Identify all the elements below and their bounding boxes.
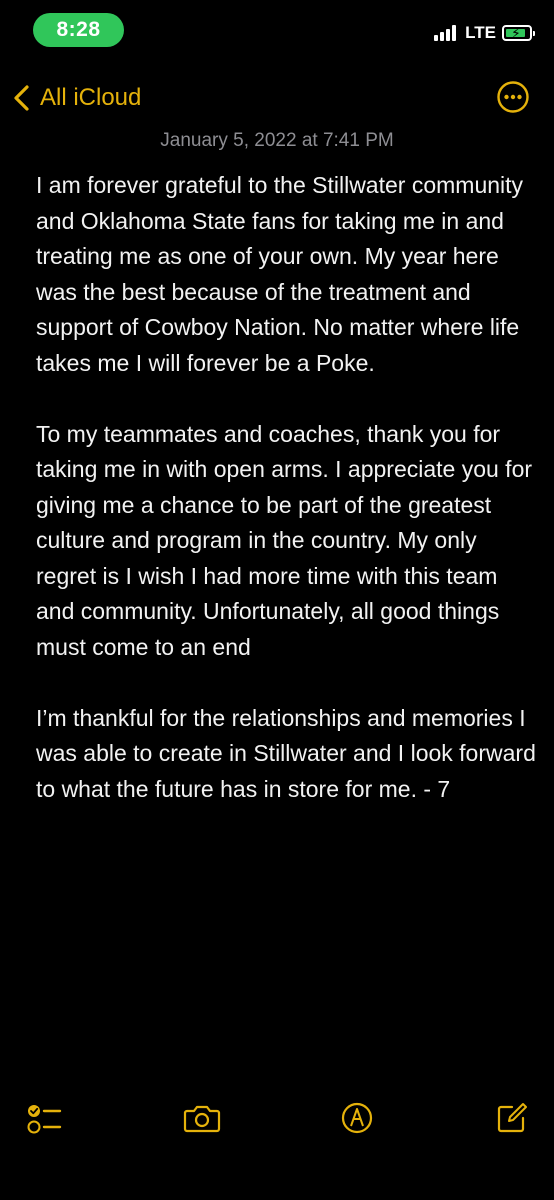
note-paragraph: I’m thankful for the relationships and m… [36,704,536,802]
ellipsis-circle-icon [497,81,529,113]
markup-pen-icon [341,1102,373,1134]
markup-button[interactable] [337,1098,377,1138]
more-options-button[interactable] [496,80,530,114]
compose-button[interactable] [492,1098,532,1138]
note-paragraph: To my teammates and coaches, thank you f… [36,420,533,660]
note-paragraph: I am forever grateful to the Stillwater … [36,172,524,376]
status-indicators: LTE ⚡ [434,20,535,46]
note-body[interactable]: I am forever grateful to the Stillwater … [36,168,536,843]
compose-icon [497,1103,527,1133]
camera-icon [183,1105,221,1133]
back-label: All iCloud [40,84,142,111]
checklist-icon [27,1105,62,1134]
cellular-signal-icon [434,25,458,41]
network-type: LTE [465,23,496,42]
charging-bolt-icon: ⚡ [511,25,521,41]
note-date: January 5, 2022 at 7:41 PM [160,130,394,151]
back-button[interactable]: All iCloud [12,80,141,116]
status-time: 8:28 [33,13,124,47]
battery-icon: ⚡ [502,25,535,41]
checklist-button[interactable] [24,1098,64,1138]
chevron-left-icon [14,85,29,111]
camera-button[interactable] [182,1098,222,1138]
